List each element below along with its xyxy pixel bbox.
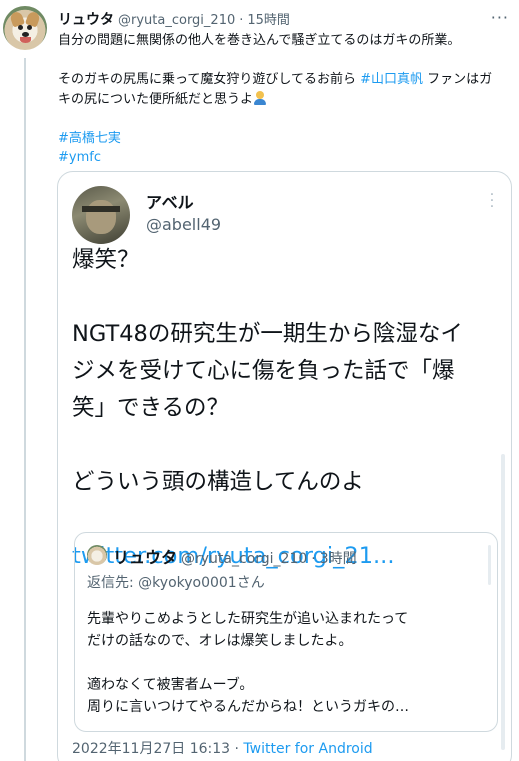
inner-display-name[interactable]: リュウタ bbox=[113, 544, 177, 568]
source-app-link[interactable]: Twitter for Android bbox=[243, 741, 372, 757]
quoted-line: 笑」できるの？ bbox=[72, 395, 230, 421]
quoted-tweet-text: 爆笑？ NGT48の研究生が一期生から陰湿なイ ジメを受けて心に傷を負った話で「… bbox=[72, 242, 502, 575]
avatar-eye-right bbox=[27, 25, 32, 30]
separator-dot: · bbox=[311, 551, 316, 567]
inner-avatar[interactable] bbox=[87, 545, 107, 565]
quoted-line: どういう頭の構造してんのよ bbox=[72, 469, 364, 495]
separator-dot: · bbox=[239, 13, 244, 28]
tweet-text: 自分の問題に無関係の他人を巻き込んで騒ぎ立てるのはガキの所業。 そのガキの尻馬に… bbox=[58, 31, 508, 168]
quoted-display-name[interactable]: アベル bbox=[146, 189, 194, 213]
quoted-line: 爆笑？ bbox=[72, 247, 140, 273]
inner-tweet-header: リュウタ @ryuta_corgi_210 · 3時間 bbox=[113, 544, 357, 568]
emoji-body bbox=[254, 98, 267, 105]
avatar[interactable] bbox=[3, 6, 47, 50]
emoji-head bbox=[256, 90, 265, 99]
inner-line: だけの話なので、オレは爆笑しましたよ。 bbox=[87, 633, 353, 649]
inner-line: 周りに言いつけてやるんだからね！というガキの… bbox=[87, 699, 409, 715]
reply-prefix: 返信先: bbox=[87, 575, 139, 591]
tweet-line: #高橋七実 bbox=[58, 129, 508, 149]
inner-timestamp[interactable]: 3時間 bbox=[320, 548, 357, 568]
quoted-handle[interactable]: @abell49 bbox=[146, 215, 221, 234]
tweet-text-segment: ファンはガ bbox=[423, 72, 493, 87]
scrollbar[interactable] bbox=[501, 454, 505, 754]
reply-context: 返信先: @kyokyo0001さん bbox=[87, 572, 265, 592]
quoted-line: NGT48の研究生が一期生から陰湿なイ bbox=[72, 321, 463, 347]
avatar-eye-left bbox=[18, 25, 23, 30]
quoted-line: ジメを受けて心に傷を負った話で「爆 bbox=[72, 358, 455, 384]
inner-quoted-tweet[interactable]: リュウタ @ryuta_corgi_210 · 3時間 返信先: @kyokyo… bbox=[74, 532, 498, 732]
inner-tweet-text: 先輩やりこめようとした研究生が追い込まれたって だけの話なので、オレは爆笑しまし… bbox=[87, 608, 492, 718]
reply-mention-link[interactable]: @kyokyo0001さん bbox=[138, 575, 265, 591]
quoted-avatar[interactable] bbox=[72, 186, 130, 244]
inner-line: 先輩やりこめようとした研究生が追い込まれたって bbox=[87, 611, 409, 627]
tweet-text-segment: キの尻についた便所紙だと思うよ bbox=[58, 91, 254, 107]
more-options-icon[interactable]: ··· bbox=[489, 188, 495, 214]
inner-scrollbar[interactable] bbox=[488, 545, 491, 585]
inner-handle[interactable]: @ryuta_corgi_210 bbox=[181, 551, 307, 567]
more-options-icon[interactable]: ··· bbox=[491, 8, 509, 27]
avatar-headband bbox=[82, 206, 120, 212]
tweet-header: リュウタ @ryuta_corgi_210 · 15時間 bbox=[58, 9, 290, 29]
tweet-line: 自分の問題に無関係の他人を巻き込んで騒ぎ立てるのはガキの所業。 bbox=[58, 33, 461, 48]
quoted-tweet-footer: 2022年11月27日 16:13 · Twitter for Android bbox=[72, 738, 373, 758]
inner-line: 適わなくて被害者ムーブ。 bbox=[87, 677, 254, 693]
tweet: リュウタ @ryuta_corgi_210 · 15時間 ··· 自分の問題に無… bbox=[0, 0, 519, 761]
post-date[interactable]: 2022年11月27日 16:13 bbox=[72, 741, 230, 757]
scrollbar-thumb[interactable] bbox=[501, 454, 505, 750]
person-shrugging-emoji-icon bbox=[253, 90, 267, 105]
separator-dot: · bbox=[230, 741, 244, 757]
hashtag-link[interactable]: #ymfc bbox=[58, 150, 101, 165]
avatar-mouth bbox=[20, 37, 31, 43]
tweet-line: #ymfc bbox=[58, 148, 508, 168]
tweet-text-segment: そのガキの尻馬に乗って魔女狩り遊びしてるお前ら bbox=[58, 72, 361, 87]
tweet-line: キの尻についた便所紙だと思うよ bbox=[58, 90, 508, 110]
avatar-ear-left bbox=[8, 10, 26, 28]
timestamp[interactable]: 15時間 bbox=[247, 9, 290, 28]
handle[interactable]: @ryuta_corgi_210 bbox=[118, 13, 235, 28]
display-name[interactable]: リュウタ bbox=[58, 9, 114, 29]
quoted-tweet-card[interactable]: アベル @abell49 · · · 爆笑？ NGT48の研究生が一期生から陰湿なイ… bbox=[57, 171, 512, 761]
hashtag-link[interactable]: #山口真帆 bbox=[360, 72, 423, 87]
hashtag-link[interactable]: #高橋七実 bbox=[58, 131, 121, 146]
tweet-line: そのガキの尻馬に乗って魔女狩り遊びしてるお前ら #山口真帆 ファンはガ bbox=[58, 70, 508, 90]
